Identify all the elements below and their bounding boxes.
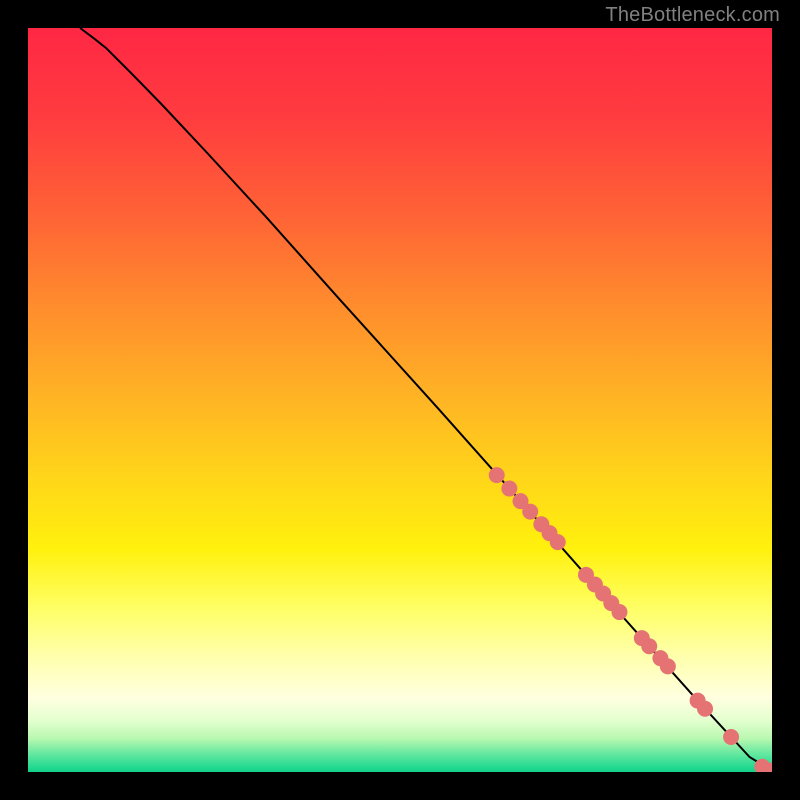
attribution-text: TheBottleneck.com xyxy=(605,4,780,27)
chart-plot xyxy=(28,28,772,772)
chart-frame: TheBottleneck.com xyxy=(0,0,800,800)
data-marker xyxy=(501,481,517,497)
data-marker xyxy=(550,534,566,550)
data-marker xyxy=(660,658,676,674)
data-marker xyxy=(723,729,739,745)
data-marker xyxy=(489,467,505,483)
data-marker xyxy=(522,504,538,520)
data-marker xyxy=(611,604,627,620)
data-marker xyxy=(641,638,657,654)
data-marker xyxy=(697,701,713,717)
